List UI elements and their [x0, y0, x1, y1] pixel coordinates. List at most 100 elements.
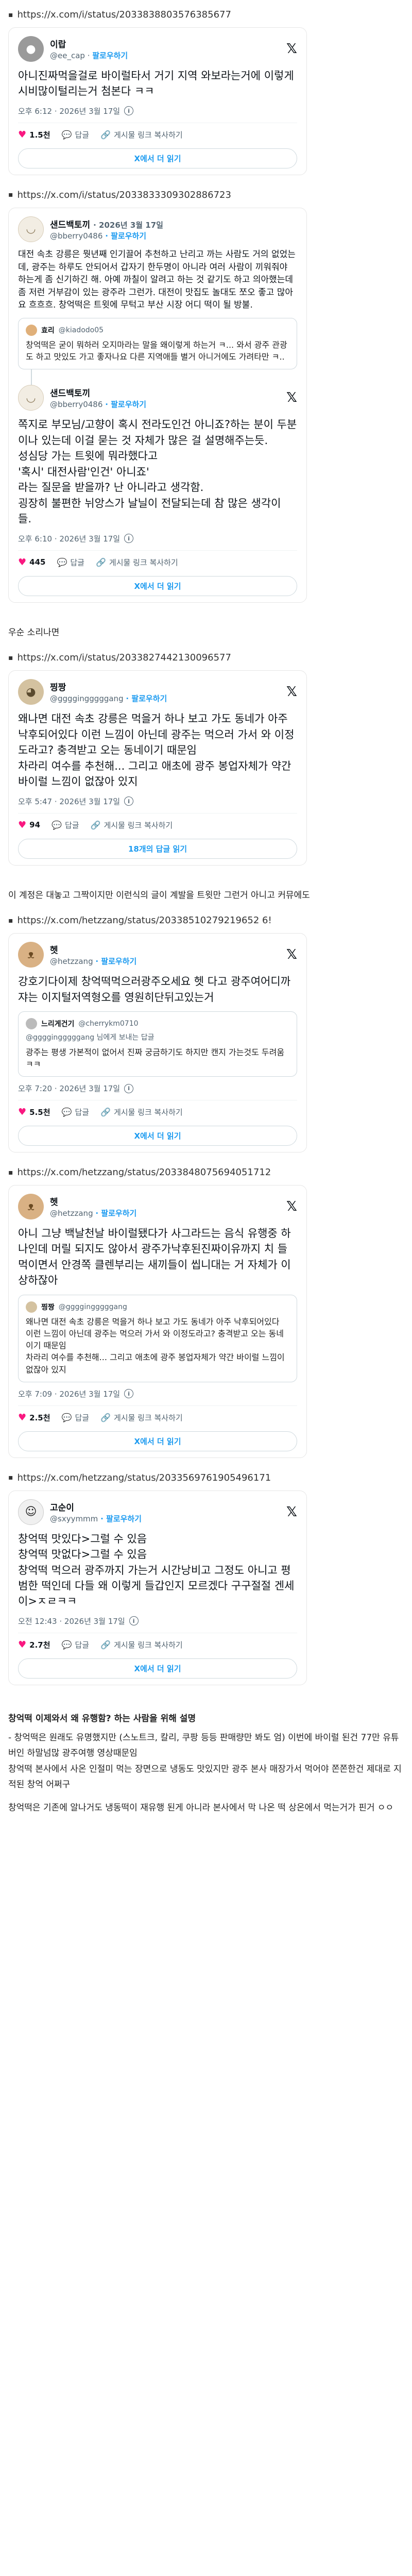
follow-button[interactable]: · 팔로우하기 [126, 694, 167, 703]
author-name[interactable]: 찡짱 [50, 680, 280, 693]
author-name[interactable]: 헷 [50, 943, 280, 956]
tweet-header: ᴥ 헷 @hetzzang · 팔로우하기 𝕏 [18, 1194, 297, 1220]
quoted-tweet[interactable]: 효리 @kiadodo05 창억떡은 굳이 뭐하러 오지마라는 말을 왜이렇게 … [18, 318, 297, 370]
follow-button[interactable]: · 팔로우하기 [100, 1514, 142, 1523]
author-name[interactable]: 이랍 [50, 37, 280, 50]
info-icon[interactable]: i [124, 1083, 134, 1093]
timestamp[interactable]: 오후 5:47 · 2026년 3월 17일 [18, 796, 120, 807]
reply-button[interactable]: 💬 답글 [62, 1107, 90, 1117]
author-handle[interactable]: @bberry0486 [50, 231, 102, 241]
info-icon[interactable]: i [124, 796, 134, 806]
x-logo-icon[interactable]: 𝕏 [286, 947, 297, 962]
info-icon[interactable]: i [124, 534, 134, 544]
bullet-icon: ▪ [8, 191, 13, 199]
heart-icon: ♥ [18, 819, 27, 831]
avatar[interactable]: ◕ [18, 679, 44, 705]
timestamp[interactable]: 오후 7:20 · 2026년 3월 17일 [18, 1083, 120, 1094]
avatar[interactable]: ᴥ [18, 942, 44, 968]
x-logo-icon[interactable]: 𝕏 [286, 684, 297, 700]
heart-icon: ♥ [18, 1639, 27, 1650]
follow-button[interactable]: 팔로우하기 [92, 51, 128, 60]
tweet-body: 대전 속초 강릉은 뭣년째 인기끌어 추천하고 난리고 까는 사람도 거의 없었… [18, 249, 296, 311]
quoted-tweet[interactable]: 느리게건기 @cherrykm0710 @ggggingggggang 님에게 … [18, 1011, 297, 1077]
x-logo-icon[interactable]: 𝕏 [286, 390, 297, 405]
timestamp[interactable]: 오후 6:10 · 2026년 3월 17일 [18, 533, 120, 544]
x-logo-icon[interactable]: 𝕏 [286, 41, 297, 57]
tweet-meta: 오후 5:47 · 2026년 3월 17일 i [18, 796, 297, 814]
source-url[interactable]: https://x.com/i/status/20338274421300965… [18, 652, 231, 663]
like-button[interactable]: ♥ 2.7천 [18, 1639, 50, 1650]
source-link-row: ▪ https://x.com/hetzzang/status/20338510… [0, 906, 412, 930]
read-more-button[interactable]: X에서 더 읽기 [18, 148, 297, 168]
explanation-body: - 창억떡은 원래도 유명했지만 (스노트크, 칼리, 쿠팡 등등 판매량만 봐… [8, 1732, 402, 1790]
avatar[interactable]: ☺ [18, 1499, 44, 1525]
like-button[interactable]: ♥ 94 [18, 820, 40, 831]
read-more-button[interactable]: X에서 더 읽기 [18, 575, 297, 596]
copy-link-button[interactable]: 🔗 게시물 링크 복사하기 [96, 557, 178, 568]
action-bar: ♥ 94 💬 답글 🔗 게시물 링크 복사하기 [18, 814, 297, 837]
x-logo-icon[interactable]: 𝕏 [286, 1504, 297, 1520]
read-more-button[interactable]: X에서 더 읽기 [18, 1431, 297, 1451]
reply-button[interactable]: 💬 답글 [52, 820, 79, 831]
bullet-icon: ▪ [8, 653, 13, 662]
tweet-body: 창억떡 맛있다>그럴 수 있음 창억떡 맛없다>그럴 수 있음 창억떡 먹으러 … [18, 1532, 295, 1608]
like-button[interactable]: ♥ 1.5천 [18, 129, 50, 140]
read-more-button[interactable]: X에서 더 읽기 [18, 1126, 297, 1146]
like-button[interactable]: ♥ 5.5천 [18, 1107, 50, 1117]
tweet-card: ᴥ 헷 @hetzzang · 팔로우하기 𝕏 강호기다이제 창억떡먹으러광주오… [8, 933, 307, 1153]
follow-button[interactable]: · 팔로우하기 [95, 957, 136, 966]
timestamp[interactable]: 오전 12:43 · 2026년 3월 17일 [18, 1616, 125, 1626]
read-more-button[interactable]: X에서 더 읽기 [18, 1658, 297, 1679]
info-icon[interactable]: i [129, 1616, 139, 1626]
source-url[interactable]: https://x.com/i/status/20338388035763856… [18, 9, 231, 20]
reply-button[interactable]: 💬 답글 [62, 1412, 90, 1423]
copy-link-button[interactable]: 🔗 게시물 링크 복사하기 [100, 1639, 183, 1650]
read-replies-button[interactable]: 18개의 답글 읽기 [18, 838, 297, 859]
x-logo-icon[interactable]: 𝕏 [286, 1199, 297, 1214]
author-handle[interactable]: @hetzzang [50, 957, 93, 966]
timestamp[interactable]: · 2026년 3월 17일 [93, 221, 163, 230]
explanation-footnote: 창억떡은 기존에 알나거도 냉동떡이 재유행 된게 아니라 본사에서 막 나온 … [8, 1802, 394, 1813]
quote-author-handle: @ggggingggggang [58, 1302, 127, 1311]
tweet-card: ᴥ 헷 @hetzzang · 팔로우하기 𝕏 아니 그냥 백날천날 바이럴됐다… [8, 1185, 307, 1458]
avatar[interactable]: ● [18, 36, 44, 62]
reply-icon: 💬 [57, 557, 67, 567]
avatar[interactable]: ᴥ [18, 1194, 44, 1220]
author-name[interactable]: 고순이 [50, 1500, 280, 1513]
follow-button[interactable]: · 팔로우하기 [95, 1209, 136, 1218]
author-handle[interactable]: @sxyymmm [50, 1514, 98, 1523]
author-handle[interactable]: @ggggingggggang [50, 694, 124, 703]
avatar[interactable]: ◡ [18, 385, 44, 411]
timestamp[interactable]: 오후 7:09 · 2026년 3월 17일 [18, 1388, 120, 1399]
like-button[interactable]: ♥ 2.5천 [18, 1412, 50, 1423]
reply-button[interactable]: 💬 답글 [62, 1639, 90, 1650]
tweet-meta: 오후 6:10 · 2026년 3월 17일 i [18, 533, 297, 551]
info-icon[interactable]: i [124, 1389, 134, 1399]
author-handle[interactable]: @hetzzang [50, 1209, 93, 1218]
source-url[interactable]: https://x.com/i/status/20338333093028867… [18, 190, 231, 200]
follow-button[interactable]: · 팔로우하기 [105, 231, 146, 241]
copy-link-button[interactable]: 🔗 게시물 링크 복사하기 [100, 129, 183, 140]
author-handle[interactable]: @ee_cap [50, 51, 85, 60]
quoted-tweet[interactable]: 찡짱 @ggggingggggang 왜나면 대전 속초 강릉은 먹을거 하나 … [18, 1294, 297, 1382]
tweet-body: 왜나면 대전 속초 강릉은 먹을거 하나 보고 가도 동네가 아주 낙후되어있다… [18, 713, 295, 788]
avatar[interactable]: ◡ [18, 216, 44, 242]
author-name[interactable]: 헷 [50, 1195, 280, 1208]
reply-button[interactable]: 💬 답글 [62, 129, 90, 140]
author-name[interactable]: 샌드백토끼 [50, 220, 90, 230]
source-url[interactable]: https://x.com/hetzzang/status/2033569761… [18, 1472, 271, 1483]
like-button[interactable]: ♥ 445 [18, 557, 45, 568]
tweet-body: 쪽지로 부모님/고향이 혹시 전라도인건 아니죠?하는 분이 두분이나 있는데 … [18, 418, 297, 526]
timestamp[interactable]: 오후 6:12 · 2026년 3월 17일 [18, 106, 120, 116]
copy-link-button[interactable]: 🔗 게시물 링크 복사하기 [100, 1107, 183, 1117]
info-icon[interactable]: i [124, 106, 134, 116]
source-url[interactable]: https://x.com/hetzzang/status/2033848075… [18, 1167, 271, 1178]
follow-button[interactable]: · 팔로우하기 [105, 400, 146, 409]
copy-link-button[interactable]: 🔗 게시물 링크 복사하기 [100, 1412, 183, 1423]
author-name[interactable]: 샌드백토끼 [50, 386, 280, 399]
copy-link-button[interactable]: 🔗 게시물 링크 복사하기 [91, 820, 173, 831]
reply-button[interactable]: 💬 답글 [57, 557, 84, 568]
source-url[interactable]: https://x.com/hetzzang/status/2033851027… [18, 915, 272, 926]
quote-author-handle: @cherrykm0710 [78, 1020, 139, 1028]
author-handle[interactable]: @bberry0486 [50, 400, 102, 409]
